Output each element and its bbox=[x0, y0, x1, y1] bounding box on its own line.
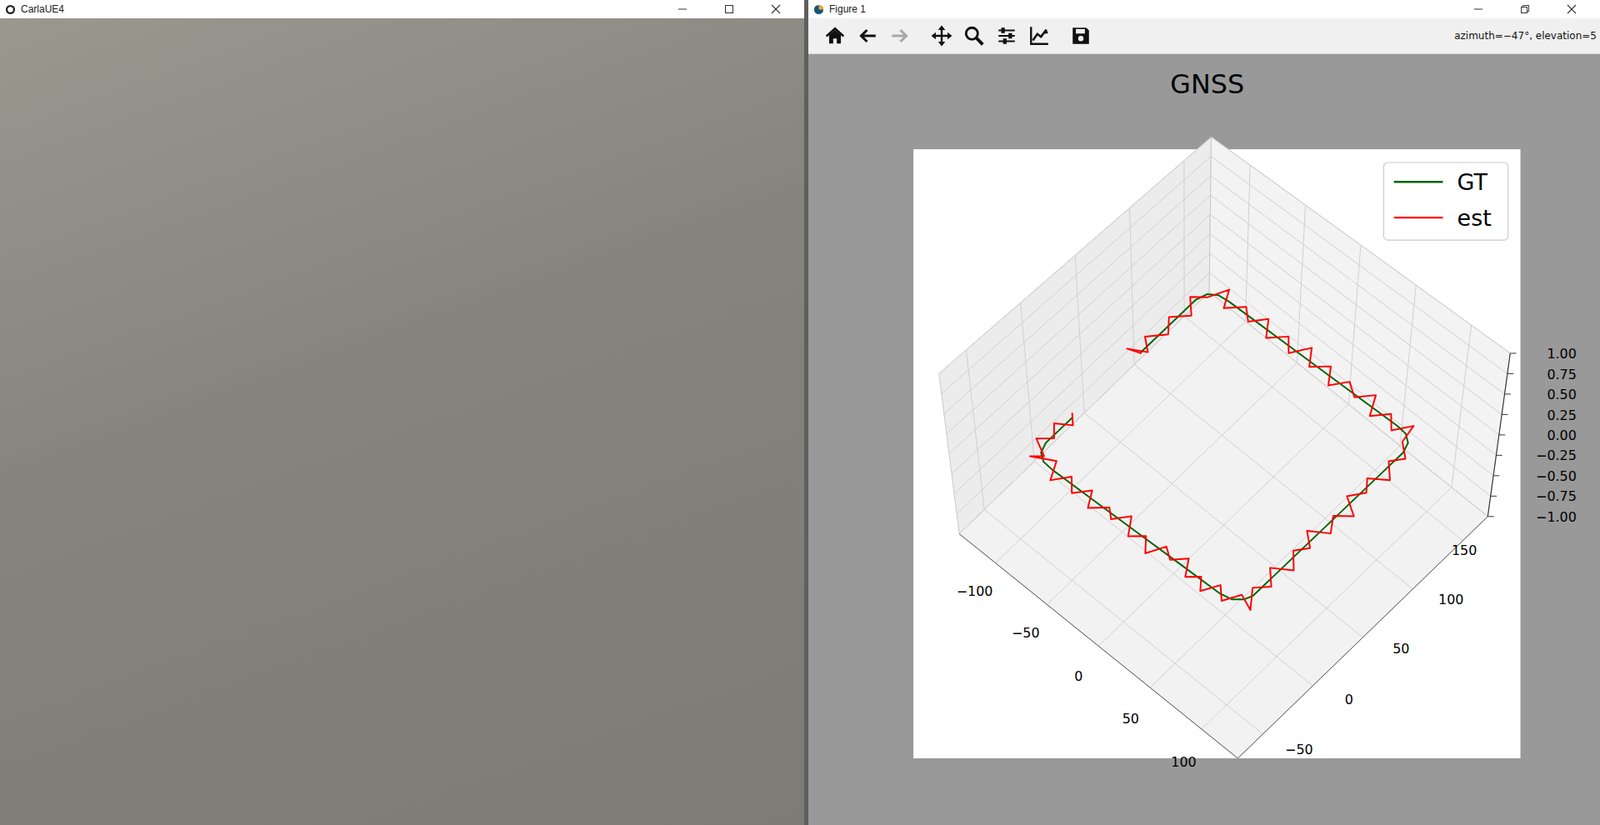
series-line bbox=[1030, 290, 1414, 610]
z-tick-label: −0.75 bbox=[1535, 488, 1577, 505]
grid-line bbox=[1210, 214, 1499, 435]
z-tick-label: −1.00 bbox=[1535, 509, 1577, 525]
grid-line bbox=[1184, 316, 1463, 541]
move-icon bbox=[930, 25, 953, 47]
y-tick-label: −50 bbox=[1285, 741, 1314, 758]
edit-icon bbox=[1028, 25, 1050, 47]
window-title: CarlaUE4 bbox=[20, 3, 655, 15]
figure-icon bbox=[813, 4, 825, 15]
close-button[interactable] bbox=[752, 0, 800, 19]
title-bar: CarlaUE4 bbox=[0, 0, 805, 19]
z-tick bbox=[1505, 393, 1511, 395]
x-tick-label: −50 bbox=[1011, 625, 1040, 642]
y-axis-line bbox=[1237, 516, 1488, 759]
axes: 1.00 0.75 0.50 0.25 0.00 −0.25 −0.50 −0.75 −1.00… bbox=[939, 136, 1577, 770]
y-tick-label: 0 bbox=[1345, 691, 1354, 708]
back-button[interactable] bbox=[852, 20, 883, 51]
back-icon bbox=[856, 25, 879, 47]
window-title: Figure 1 bbox=[829, 3, 1450, 15]
close-button[interactable] bbox=[1548, 0, 1595, 19]
z-tick-label: 0.00 bbox=[1546, 427, 1576, 444]
maximize-button[interactable] bbox=[705, 0, 753, 19]
grid-line bbox=[951, 234, 1210, 475]
figure-window: Figure 1 azimuth=−47°, elevation=5 GNSS 1.0… bbox=[808, 0, 1600, 825]
y-tick-label: 100 bbox=[1438, 591, 1464, 608]
zoom-button[interactable] bbox=[959, 20, 990, 51]
maximize-icon bbox=[724, 4, 735, 15]
forward-button[interactable] bbox=[885, 20, 915, 51]
forward-icon bbox=[889, 25, 911, 47]
close-icon bbox=[1566, 4, 1577, 15]
minimize-icon bbox=[1473, 4, 1484, 15]
z-tick-label: 1.00 bbox=[1546, 345, 1576, 362]
maximize-button[interactable] bbox=[1501, 0, 1549, 19]
z-tick-label: 0.50 bbox=[1546, 386, 1576, 403]
coordinates-readout: azimuth=−47°, elevation=5 bbox=[1098, 30, 1599, 42]
zoom-icon bbox=[963, 25, 985, 47]
x-axis-line bbox=[959, 534, 1238, 759]
configure-icon bbox=[995, 25, 1018, 47]
configure-button[interactable] bbox=[991, 20, 1022, 51]
z-tick bbox=[1510, 352, 1516, 354]
edit-button[interactable] bbox=[1024, 20, 1055, 51]
save-icon bbox=[1070, 25, 1092, 47]
grid-line bbox=[1209, 291, 1488, 516]
x-tick-label: 0 bbox=[1074, 668, 1083, 685]
y-tick-label: 150 bbox=[1451, 542, 1477, 559]
close-icon bbox=[770, 4, 781, 15]
y-tick-label: 50 bbox=[1392, 640, 1410, 657]
z-tick bbox=[1493, 475, 1500, 476]
home-button[interactable] bbox=[820, 20, 850, 51]
grid-line bbox=[984, 510, 1263, 735]
grid-line bbox=[1134, 365, 1413, 590]
z-tick bbox=[1487, 515, 1494, 517]
legend-label: GT bbox=[1457, 169, 1489, 195]
z-tick bbox=[1499, 434, 1505, 435]
z-tick-label: 0.25 bbox=[1546, 407, 1576, 424]
grid-line bbox=[1210, 175, 1505, 395]
x-tick-label: −100 bbox=[956, 583, 994, 600]
carla-window: CarlaUE4 bbox=[0, 0, 805, 825]
z-tick-label: −0.50 bbox=[1535, 468, 1577, 485]
x-tick-label: 50 bbox=[1122, 710, 1140, 727]
legend-box bbox=[1383, 162, 1508, 240]
z-tick bbox=[1507, 373, 1514, 375]
z-tick-label: −0.25 bbox=[1535, 447, 1577, 464]
grid-line bbox=[1210, 195, 1503, 415]
grid-line bbox=[1210, 253, 1494, 476]
restore-icon bbox=[1520, 4, 1530, 15]
legend: GT est bbox=[1383, 162, 1508, 240]
legend-swatch bbox=[1394, 216, 1444, 219]
grid-line bbox=[1210, 234, 1496, 456]
legend-label: est bbox=[1457, 205, 1492, 231]
grid-line bbox=[956, 272, 1210, 514]
minimize-button[interactable] bbox=[1455, 0, 1502, 19]
unreal-logo-icon bbox=[5, 4, 16, 15]
grid-line bbox=[954, 253, 1210, 495]
z-tick bbox=[1490, 495, 1497, 497]
title-bar: Figure 1 bbox=[808, 0, 1600, 19]
z-tick bbox=[1495, 455, 1502, 456]
chart[interactable]: GNSS 1.00 0.75 0.50 0.25 0.00 −0.25 −0.50 −0.75 −… bbox=[808, 54, 1600, 825]
legend-swatch bbox=[1394, 180, 1444, 183]
window-controls bbox=[1455, 0, 1595, 19]
z-tick-label: 0.75 bbox=[1546, 366, 1576, 383]
z-tick bbox=[1501, 414, 1508, 415]
grid-line bbox=[959, 291, 1210, 534]
home-icon bbox=[824, 25, 846, 47]
minimize-icon bbox=[677, 4, 688, 15]
minimize-button[interactable] bbox=[659, 0, 706, 19]
x-tick-label: 100 bbox=[1170, 754, 1196, 770]
game-view[interactable] bbox=[0, 18, 805, 825]
series-line bbox=[1040, 294, 1408, 600]
chart-title: GNSS bbox=[1170, 68, 1245, 100]
save-button[interactable] bbox=[1065, 20, 1096, 51]
z-axis-line bbox=[1487, 353, 1510, 517]
figure-canvas: GNSS 1.00 0.75 0.50 0.25 0.00 −0.25 −0.50 −0.75 −… bbox=[808, 54, 1600, 825]
grid-line bbox=[1210, 156, 1508, 375]
window-controls bbox=[659, 0, 800, 19]
move-button[interactable] bbox=[926, 20, 957, 51]
toolbar: azimuth=−47°, elevation=5 bbox=[808, 18, 1600, 55]
